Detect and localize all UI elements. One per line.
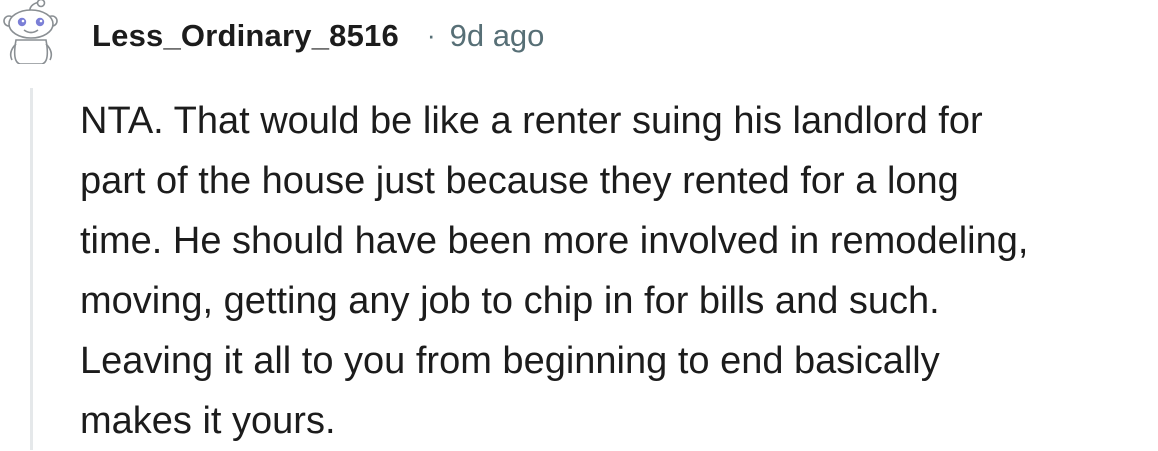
comment-timestamp[interactable]: 9d ago	[450, 18, 545, 54]
comment-body-line: Leaving it all to you from beginning to …	[80, 340, 940, 382]
comment-body-line: makes it yours.	[80, 400, 336, 442]
meta-separator: ·	[426, 19, 436, 50]
comment-body-line: time. He should have been more involved …	[80, 220, 1029, 262]
comment-body-line: moving, getting any job to chip in for b…	[80, 280, 940, 322]
comment-header: Less_Ordinary_8516 · 9d ago	[92, 14, 544, 58]
author-username[interactable]: Less_Ordinary_8516	[92, 18, 399, 54]
comment-body-line: NTA. That would be like a renter suing h…	[80, 100, 983, 142]
comment-body: NTA. That would be like a renter suing h…	[80, 91, 1155, 451]
comment: Less_Ordinary_8516 · 9d ago NTA. That wo…	[0, 0, 1158, 450]
thread-line[interactable]	[30, 88, 33, 450]
snoo-avatar-icon	[3, 0, 58, 65]
user-avatar[interactable]	[0, 0, 64, 65]
comment-body-line: part of the house just because they rent…	[80, 160, 959, 202]
